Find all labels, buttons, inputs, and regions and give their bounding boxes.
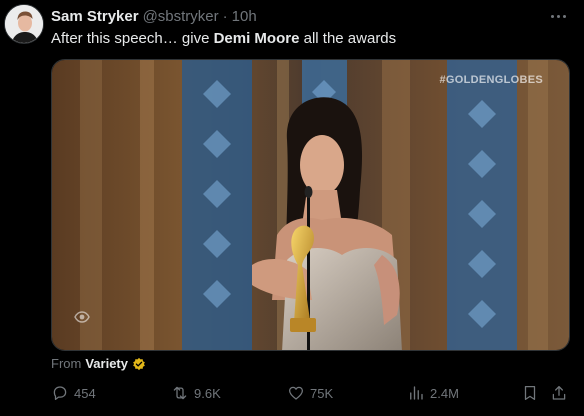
repost-count: 9.6K [194,385,221,401]
watermark-hashtag: #GOLDENGLOBES [439,74,543,86]
like-button[interactable]: 75K [287,384,333,402]
video-media[interactable]: #GOLDENGLOBES [51,59,570,351]
verified-icon [133,357,145,370]
video-frame [52,60,569,350]
bookmark-button[interactable] [521,384,539,402]
post-time[interactable]: 10h [232,8,257,25]
repost-icon [173,386,187,400]
action-bar: 454 9.6K 75K 2.4M [51,384,570,408]
like-icon [288,386,304,400]
tweet-header: Sam Stryker @sbstryker · 10h [51,8,544,25]
avatar-image [5,5,43,43]
eye-icon [74,311,90,323]
share-icon [552,385,566,400]
video-source: From Variety [51,356,146,371]
tweet-text-bold: Demi Moore [213,30,300,47]
tweet-text-suffix: all the awards [299,30,397,47]
reply-count: 454 [74,385,96,401]
source-name-link[interactable]: Variety [85,356,128,371]
tweet-text: After this speech… give Demi Moore all t… [51,30,396,47]
author-handle[interactable]: @sbstryker [143,8,219,25]
like-count: 75K [310,385,334,401]
more-icon[interactable] [546,6,570,26]
tweet-text-prefix: After this speech… give [51,30,214,47]
share-button[interactable] [550,384,568,402]
views-button[interactable]: 2.4M [407,384,459,402]
avatar[interactable] [4,4,44,44]
views-icon [410,386,423,400]
repost-button[interactable]: 9.6K [171,384,221,402]
bookmark-icon [524,385,536,401]
reply-icon [53,386,67,401]
reply-button[interactable]: 454 [51,384,96,402]
source-prefix: From [51,356,82,371]
views-count: 2.4M [430,385,459,401]
author-name[interactable]: Sam Stryker [51,8,139,25]
header-separator: · [222,8,228,25]
